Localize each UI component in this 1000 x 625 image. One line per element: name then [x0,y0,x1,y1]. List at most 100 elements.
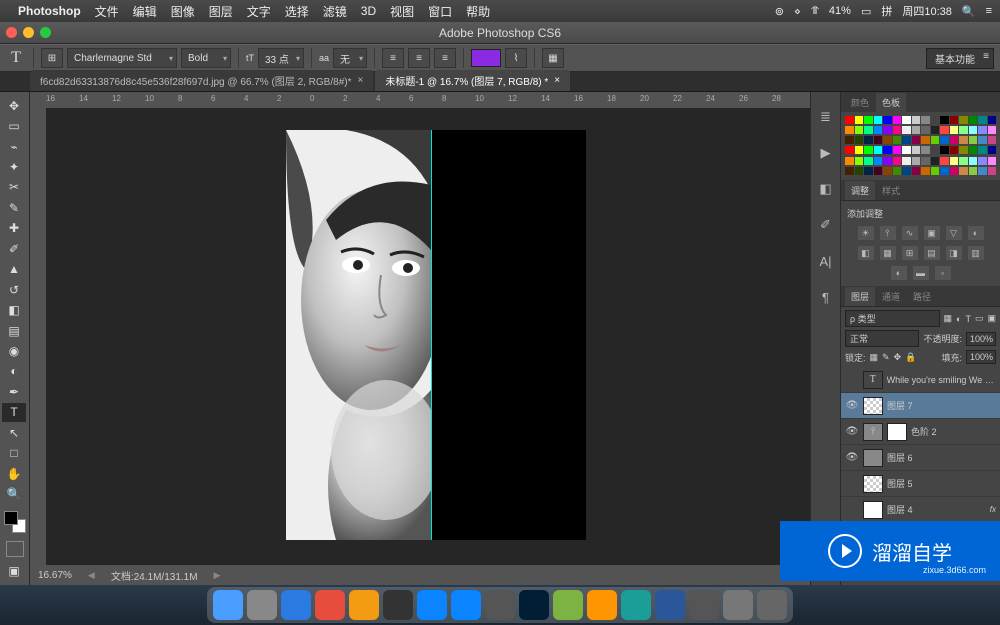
swatch[interactable] [902,116,911,124]
font-size-select[interactable]: 33 点 [258,48,304,68]
zoom-tool[interactable]: 🔍 [2,484,26,503]
pen-tool[interactable]: ✒ [2,382,26,401]
menu-filter[interactable]: 滤镜 [323,3,347,20]
swatch[interactable] [864,157,873,165]
status-wifi-icon[interactable]: ⥣ [811,5,819,18]
swatch[interactable] [978,116,987,124]
swatch[interactable] [855,116,864,124]
menu-3d[interactable]: 3D [361,4,376,18]
menu-image[interactable]: 图像 [171,3,195,20]
dock-app-11[interactable] [587,590,617,620]
swatch[interactable] [883,116,892,124]
swatch[interactable] [893,167,902,175]
swatch[interactable] [921,167,930,175]
status-search-icon[interactable]: 🔍 [962,5,976,18]
doc-tab-0[interactable]: f6cd82d63313876d8c45e536f28f697d.jpg @ 6… [30,70,373,91]
layer-name[interactable]: 图层 4 [887,503,913,516]
layer-row[interactable]: 图层 5 [841,471,1000,497]
filter-smart-icon[interactable]: ▣ [987,313,996,324]
dodge-tool[interactable]: ◐ [2,362,26,381]
swatch[interactable] [959,126,968,134]
swatch[interactable] [883,126,892,134]
swatch[interactable] [893,116,902,124]
menu-file[interactable]: 文件 [95,3,119,20]
layer-name[interactable]: 图层 6 [887,451,913,464]
dock-app-8[interactable] [485,590,515,620]
vertical-guide[interactable] [431,130,432,540]
lock-all-icon[interactable]: 🔒 [905,352,916,363]
marquee-tool[interactable]: ▭ [2,116,26,135]
canvas-stage[interactable] [46,108,810,565]
menu-select[interactable]: 选择 [285,3,309,20]
lock-trans-icon[interactable]: ▦ [870,352,879,363]
layer-filter[interactable]: ρ 类型 [845,310,940,327]
adj-hue-icon[interactable]: ◐ [968,226,984,240]
properties-panel-icon[interactable]: ◧ [817,180,835,198]
ruler-corner[interactable] [30,92,46,108]
swatch[interactable] [883,136,892,144]
visibility-toggle[interactable]: 👁 [845,451,859,465]
history-panel-icon[interactable]: ≣ [817,108,835,126]
swatch[interactable] [893,126,902,134]
swatch[interactable] [912,167,921,175]
workspace-switcher[interactable]: 基本功能 [926,48,994,69]
dock-app-2[interactable] [281,590,311,620]
stamp-tool[interactable]: ▲ [2,260,26,279]
swatch[interactable] [978,167,987,175]
eyedropper-tool[interactable]: ✎ [2,198,26,217]
brushes-panel-icon[interactable]: ✐ [817,216,835,234]
swatch[interactable] [874,167,883,175]
visibility-toggle[interactable] [845,373,859,387]
adj-gradient-icon[interactable]: ▬ [913,266,929,280]
warp-text-button[interactable]: ⌇ [505,48,527,68]
dock-app-16[interactable] [757,590,787,620]
document[interactable] [286,130,586,540]
shape-tool[interactable]: □ [2,443,26,462]
tab-color[interactable]: 颜色 [845,93,875,112]
swatch[interactable] [950,146,959,154]
swatch[interactable] [855,157,864,165]
character-panel-button[interactable]: ▦ [542,48,564,68]
swatch[interactable] [931,116,940,124]
swatch[interactable] [912,136,921,144]
swatch[interactable] [950,167,959,175]
swatch[interactable] [921,146,930,154]
quick-mask-toggle[interactable] [6,541,24,557]
swatch[interactable] [845,116,854,124]
dock-app-4[interactable] [349,590,379,620]
swatch[interactable] [978,136,987,144]
swatch[interactable] [893,157,902,165]
adj-photo-icon[interactable]: ▦ [880,246,896,260]
layer-thumb[interactable] [863,475,883,493]
adj-mixer-icon[interactable]: ⊞ [902,246,918,260]
layer-row[interactable]: 👁 图层 6 [841,445,1000,471]
dock-app-15[interactable] [723,590,753,620]
swatch[interactable] [969,157,978,165]
history-brush-tool[interactable]: ↺ [2,280,26,299]
crop-tool[interactable]: ✂ [2,178,26,197]
swatch[interactable] [902,167,911,175]
menu-window[interactable]: 窗口 [428,3,452,20]
lock-pos-icon[interactable]: ✥ [894,352,902,363]
swatch[interactable] [931,146,940,154]
paragraph-panel-icon[interactable]: ¶ [817,288,835,306]
swatch[interactable] [864,146,873,154]
adj-levels-icon[interactable]: ⫯ [880,226,896,240]
align-center-button[interactable]: ≡ [408,48,430,68]
menu-help[interactable]: 帮助 [466,3,490,20]
app-name[interactable]: Photoshop [18,4,81,18]
filter-text-icon[interactable]: T [965,314,971,324]
tab-swatches[interactable]: 色板 [876,93,906,112]
status-menu-icon[interactable]: ≡ [986,5,992,17]
minimize-button[interactable] [23,27,34,38]
adj-selective-icon[interactable]: ▫ [935,266,951,280]
close-icon[interactable]: × [554,75,560,86]
swatch[interactable] [902,146,911,154]
tab-layers[interactable]: 图层 [845,287,875,306]
visibility-toggle[interactable]: 👁 [845,425,859,439]
swatch[interactable] [883,146,892,154]
swatch[interactable] [864,126,873,134]
swatch[interactable] [845,136,854,144]
align-left-button[interactable]: ≡ [382,48,404,68]
swatch[interactable] [940,136,949,144]
